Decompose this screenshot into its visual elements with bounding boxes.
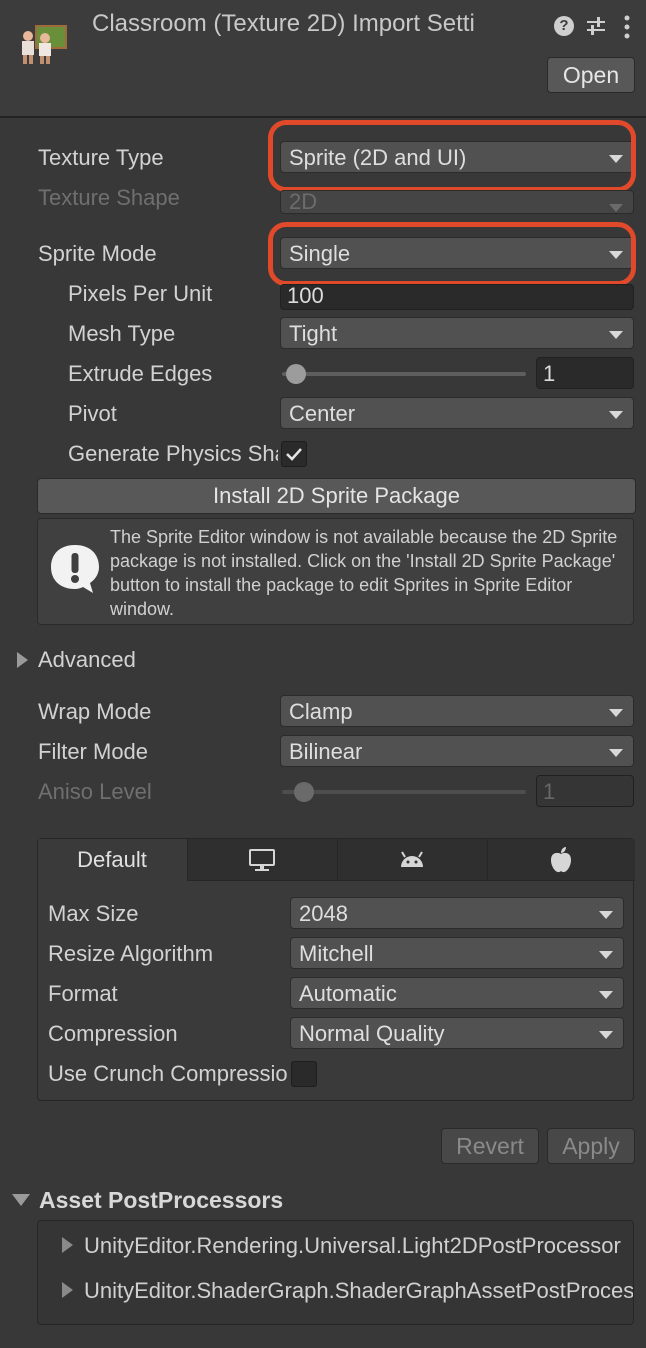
postprocessor-item[interactable]: UnityEditor.ShaderGraph.ShaderGraphAsset…: [84, 1278, 633, 1304]
use-crunch-compression-label: Use Crunch Compression: [48, 1061, 288, 1086]
filter-mode-value: Bilinear: [289, 739, 363, 764]
inspector-header: Classroom (Texture 2D) Import Setti ? Op…: [0, 0, 646, 118]
warning-exclamation-icon: [47, 541, 103, 597]
help-message-text: The Sprite Editor window is not availabl…: [110, 527, 618, 619]
apply-button[interactable]: Apply: [547, 1128, 635, 1164]
extrude-edges-slider-track[interactable]: [282, 372, 526, 376]
wrap-mode-label: Wrap Mode: [38, 699, 152, 724]
sprite-mode-label: Sprite Mode: [38, 241, 157, 266]
android-icon: [401, 851, 423, 867]
tab-default[interactable]: Default: [38, 839, 188, 881]
tab-default-label: Default: [77, 847, 147, 872]
compression-dropdown[interactable]: Normal Quality: [290, 1017, 624, 1049]
texture-shape-label: Texture Shape: [38, 185, 180, 210]
generate-physics-shape-label: Generate Physics Shape: [68, 441, 278, 466]
extrude-edges-label: Extrude Edges: [68, 361, 213, 386]
resize-algorithm-label: Resize Algorithm: [48, 941, 214, 966]
resize-algorithm-value: Mitchell: [299, 941, 374, 966]
pivot-label: Pivot: [68, 401, 117, 426]
pixels-per-unit-label: Pixels Per Unit: [68, 281, 213, 306]
chevron-down-icon: [609, 411, 623, 419]
aniso-level-field: 1: [536, 775, 634, 807]
postprocessors-foldout-arrow-icon[interactable]: [12, 1194, 30, 1206]
extrude-edges-slider-handle[interactable]: [286, 364, 306, 384]
generate-physics-shape-checkbox[interactable]: [281, 441, 307, 467]
texture-shape-value: 2D: [289, 190, 318, 214]
texture-type-label: Texture Type: [38, 145, 164, 170]
classroom-asset-icon: [18, 24, 68, 66]
mesh-type-value: Tight: [289, 321, 338, 346]
chevron-right-icon[interactable]: [62, 1237, 73, 1253]
chevron-down-icon: [609, 331, 623, 339]
wrap-mode-dropdown[interactable]: Clamp: [280, 695, 634, 727]
monitor-icon: [249, 849, 275, 871]
extrude-edges-field[interactable]: 1: [536, 357, 634, 389]
chevron-down-icon: [599, 991, 613, 999]
pivot-dropdown[interactable]: Center: [280, 397, 634, 429]
preset-sliders-icon[interactable]: [584, 14, 608, 38]
format-label: Format: [48, 981, 118, 1006]
sprite-mode-highlight: [268, 222, 636, 286]
mesh-type-dropdown[interactable]: Tight: [280, 317, 634, 349]
install-2d-sprite-package-button[interactable]: Install 2D Sprite Package: [37, 478, 636, 514]
aniso-level-slider-handle: [294, 782, 314, 802]
inspector-title: Classroom (Texture 2D) Import Setti: [92, 10, 475, 37]
tab-android[interactable]: [338, 839, 488, 881]
pixels-per-unit-field[interactable]: 100: [280, 284, 634, 310]
format-dropdown[interactable]: Automatic: [290, 977, 624, 1009]
postprocessors-list: UnityEditor.Rendering.Universal.Light2DP…: [37, 1220, 634, 1325]
max-size-label: Max Size: [48, 901, 139, 926]
aniso-level-slider-track: [282, 790, 526, 794]
resize-algorithm-dropdown[interactable]: Mitchell: [290, 937, 624, 969]
revert-button[interactable]: Revert: [441, 1128, 539, 1164]
sprite-editor-help-box: The Sprite Editor window is not availabl…: [37, 518, 634, 625]
asset-postprocessors-title[interactable]: Asset PostProcessors: [39, 1187, 283, 1214]
compression-label: Compression: [48, 1021, 178, 1046]
chevron-down-icon: [609, 204, 623, 212]
chevron-right-icon[interactable]: [62, 1282, 73, 1298]
mesh-type-label: Mesh Type: [68, 321, 176, 346]
kebab-menu-icon[interactable]: [620, 14, 634, 40]
pivot-value: Center: [289, 401, 356, 426]
chevron-down-icon: [609, 749, 623, 757]
aniso-level-label: Aniso Level: [38, 779, 152, 804]
apple-icon: [551, 847, 571, 873]
use-crunch-compression-checkbox[interactable]: [291, 1061, 317, 1087]
filter-mode-dropdown[interactable]: Bilinear: [280, 735, 634, 767]
format-value: Automatic: [299, 981, 397, 1006]
texture-shape-dropdown: 2D: [280, 190, 634, 214]
compression-value: Normal Quality: [299, 1021, 445, 1046]
advanced-foldout-arrow-icon[interactable]: [17, 652, 28, 668]
advanced-foldout-label[interactable]: Advanced: [38, 647, 136, 673]
texture-type-highlight: [268, 120, 636, 192]
help-icon[interactable]: ?: [554, 16, 574, 36]
filter-mode-label: Filter Mode: [38, 739, 149, 764]
chevron-down-icon: [599, 951, 613, 959]
chevron-down-icon: [599, 1031, 613, 1039]
max-size-value: 2048: [299, 901, 348, 926]
wrap-mode-value: Clamp: [289, 699, 353, 724]
checkmark-icon: [286, 448, 302, 461]
chevron-down-icon: [599, 911, 613, 919]
chevron-down-icon: [609, 709, 623, 717]
postprocessor-item[interactable]: UnityEditor.Rendering.Universal.Light2DP…: [84, 1233, 621, 1259]
tab-ios[interactable]: [488, 839, 635, 881]
max-size-dropdown[interactable]: 2048: [290, 897, 624, 929]
open-button[interactable]: Open: [547, 57, 635, 93]
tab-standalone[interactable]: [188, 839, 338, 881]
